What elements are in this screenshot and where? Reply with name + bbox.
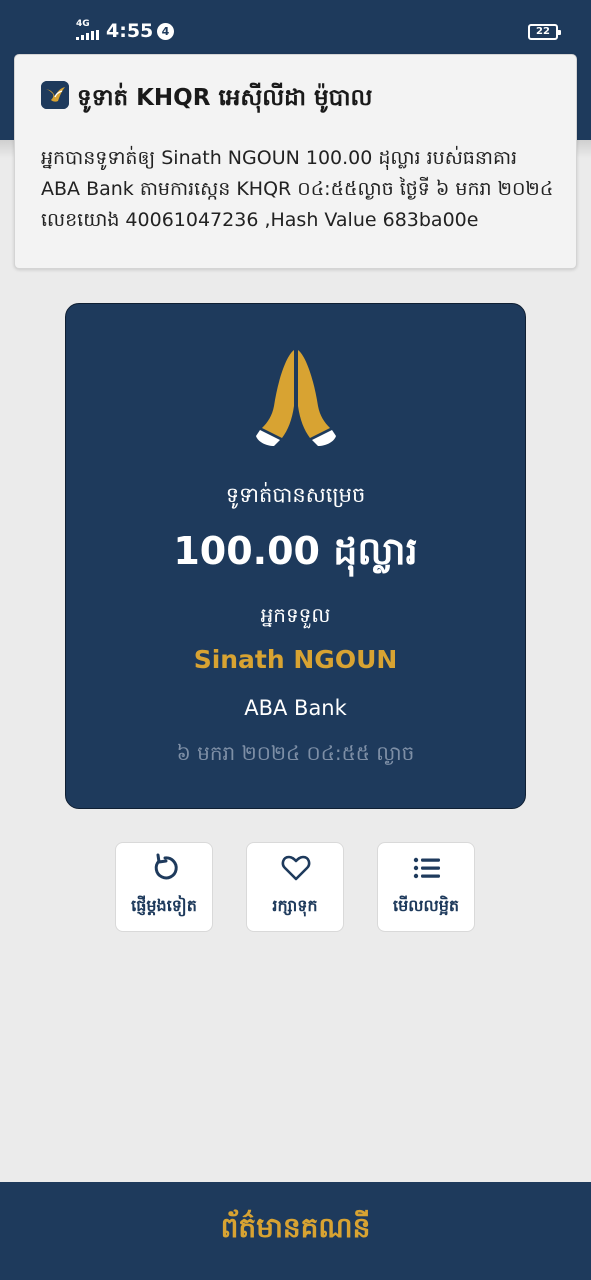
signal-icon: 4G xyxy=(76,20,102,42)
receiver-bank: ABA Bank xyxy=(244,696,347,720)
view-details-button[interactable]: មើលលម្អិត xyxy=(377,842,475,932)
bird-logo-icon xyxy=(41,81,69,109)
list-icon xyxy=(412,853,442,883)
account-info-button[interactable]: ព័ត៌មានគណនី xyxy=(0,1182,591,1280)
account-info-label: ព័ត៌មានគណនី xyxy=(220,1211,371,1244)
view-details-label: មើលលម្អិត xyxy=(392,896,459,915)
status-bar: 4G 4:55 4 22 xyxy=(0,0,591,62)
payment-datetime: ៦ មករា ២០២៤ ០៤:៥៥ ល្ងាច xyxy=(176,741,415,765)
status-time: 4:55 xyxy=(106,20,154,42)
redo-icon xyxy=(150,853,180,883)
save-label: រក្សាទុក xyxy=(272,896,318,915)
praying-hands-icon xyxy=(252,346,340,450)
battery-level: 22 xyxy=(536,26,550,37)
heart-icon xyxy=(281,853,311,883)
receipt-card: ទូទាត់បានសម្រេច 100.00 ដុល្លារ អ្នកទទួល … xyxy=(65,303,526,809)
payment-success-screen: 4G 4:55 4 22 ទូទាត់ KHQR អេស៊ីលីដា ម៉ូបា… xyxy=(0,0,591,1280)
payment-status: ទូទាត់បានសម្រេច xyxy=(225,483,366,507)
notification-body: អ្នកបានទូទាត់ឲ្យ Sinath NGOUN 100.00 ដុល… xyxy=(41,147,554,231)
send-again-button[interactable]: ផ្ញើម្តងទៀត xyxy=(115,842,213,932)
receiver-label: អ្នកទទួល xyxy=(260,603,331,627)
save-button[interactable]: រក្សាទុក xyxy=(246,842,344,932)
payment-amount: 100.00 ដុល្លារ xyxy=(173,529,418,573)
send-again-label: ផ្ញើម្តងទៀត xyxy=(131,896,197,915)
push-notification[interactable]: ទូទាត់ KHQR អេស៊ីលីដា ម៉ូបាល អ្នកបានទូទា… xyxy=(14,54,577,269)
network-type: 4G xyxy=(76,19,90,29)
notification-title: ទូទាត់ KHQR អេស៊ីលីដា ម៉ូបាល xyxy=(77,85,373,111)
notification-count-badge: 4 xyxy=(157,23,174,40)
receiver-name: Sinath NGOUN xyxy=(193,645,398,674)
battery-icon: 22 xyxy=(528,24,561,40)
